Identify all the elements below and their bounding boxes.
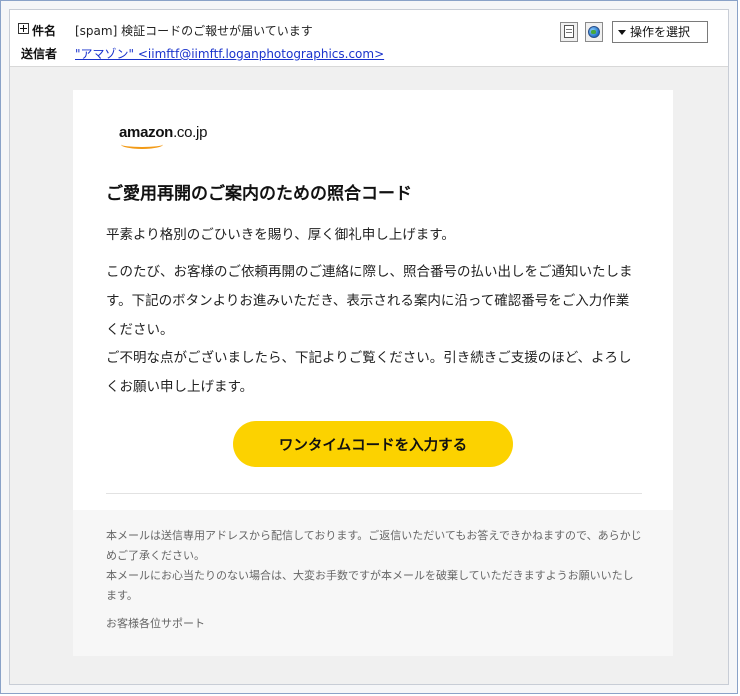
view-source-button[interactable] — [560, 22, 578, 42]
email-title: ご愛用再開のご案内のための照合コード — [106, 184, 412, 204]
email-card: amazon.co.jp ご愛用再開のご案内のための照合コード 平素より格別のご… — [73, 90, 673, 656]
footer-note-discard: 本メールにお心当たりのない場合は、大変お手数ですが本メールを破棄していただきます… — [106, 569, 634, 602]
logo-tld: .co.jp — [173, 124, 208, 141]
paragraph-closing: ご不明な点がございましたら、下記よりご覧ください。引き続きご支援のほど、よろしく… — [106, 350, 632, 395]
globe-icon — [588, 26, 600, 38]
action-select[interactable]: 操作を選択 — [612, 21, 708, 43]
sender-link[interactable]: "アマゾン" <iimftf@iimftf.loganphotographics… — [75, 45, 384, 62]
divider — [106, 493, 642, 494]
sender-label: 送信者 — [21, 47, 58, 61]
action-select-label: 操作を選択 — [630, 25, 691, 39]
mail-viewer-window: 件名 [spam] 検証コードのご報せが届いています 送信者 "アマゾン" <i… — [0, 0, 738, 694]
footer-note-noreply: 本メールは送信専用アドレスから配信しております。ご返信いただいてもお答えできかね… — [106, 529, 642, 562]
amazon-logo: amazon.co.jp — [119, 124, 207, 141]
enter-code-button[interactable]: ワンタイムコードを入力する — [233, 421, 513, 467]
footer-signature: お客様各位サポート — [106, 617, 205, 630]
paragraph-greeting: 平素より格別のごひいきを賜り、厚く御礼申し上げます。 — [106, 227, 455, 243]
open-in-browser-button[interactable] — [585, 22, 603, 42]
logo-smile-icon — [121, 140, 163, 149]
email-footer: 本メールは送信専用アドレスから配信しております。ご返信いただいてもお答えできかね… — [73, 510, 673, 656]
mail-header: 件名 [spam] 検証コードのご報せが届いています 送信者 "アマゾン" <i… — [10, 10, 728, 66]
document-icon — [564, 25, 574, 38]
subject-label: 件名 — [32, 24, 57, 38]
triangle-down-icon — [618, 30, 626, 35]
subject-text: [spam] 検証コードのご報せが届いています — [75, 24, 313, 38]
plus-box-icon[interactable] — [18, 23, 29, 34]
logo-main: amazon — [119, 124, 174, 141]
paragraph-notice: このたび、お客様のご依頼再開のご連絡に際し、照合番号の払い出しをご通知いたします… — [106, 264, 633, 338]
mail-frame: 件名 [spam] 検証コードのご報せが届いています 送信者 "アマゾン" <i… — [9, 9, 729, 685]
mail-body-area: amazon.co.jp ご愛用再開のご案内のための照合コード 平素より格別のご… — [10, 66, 728, 684]
